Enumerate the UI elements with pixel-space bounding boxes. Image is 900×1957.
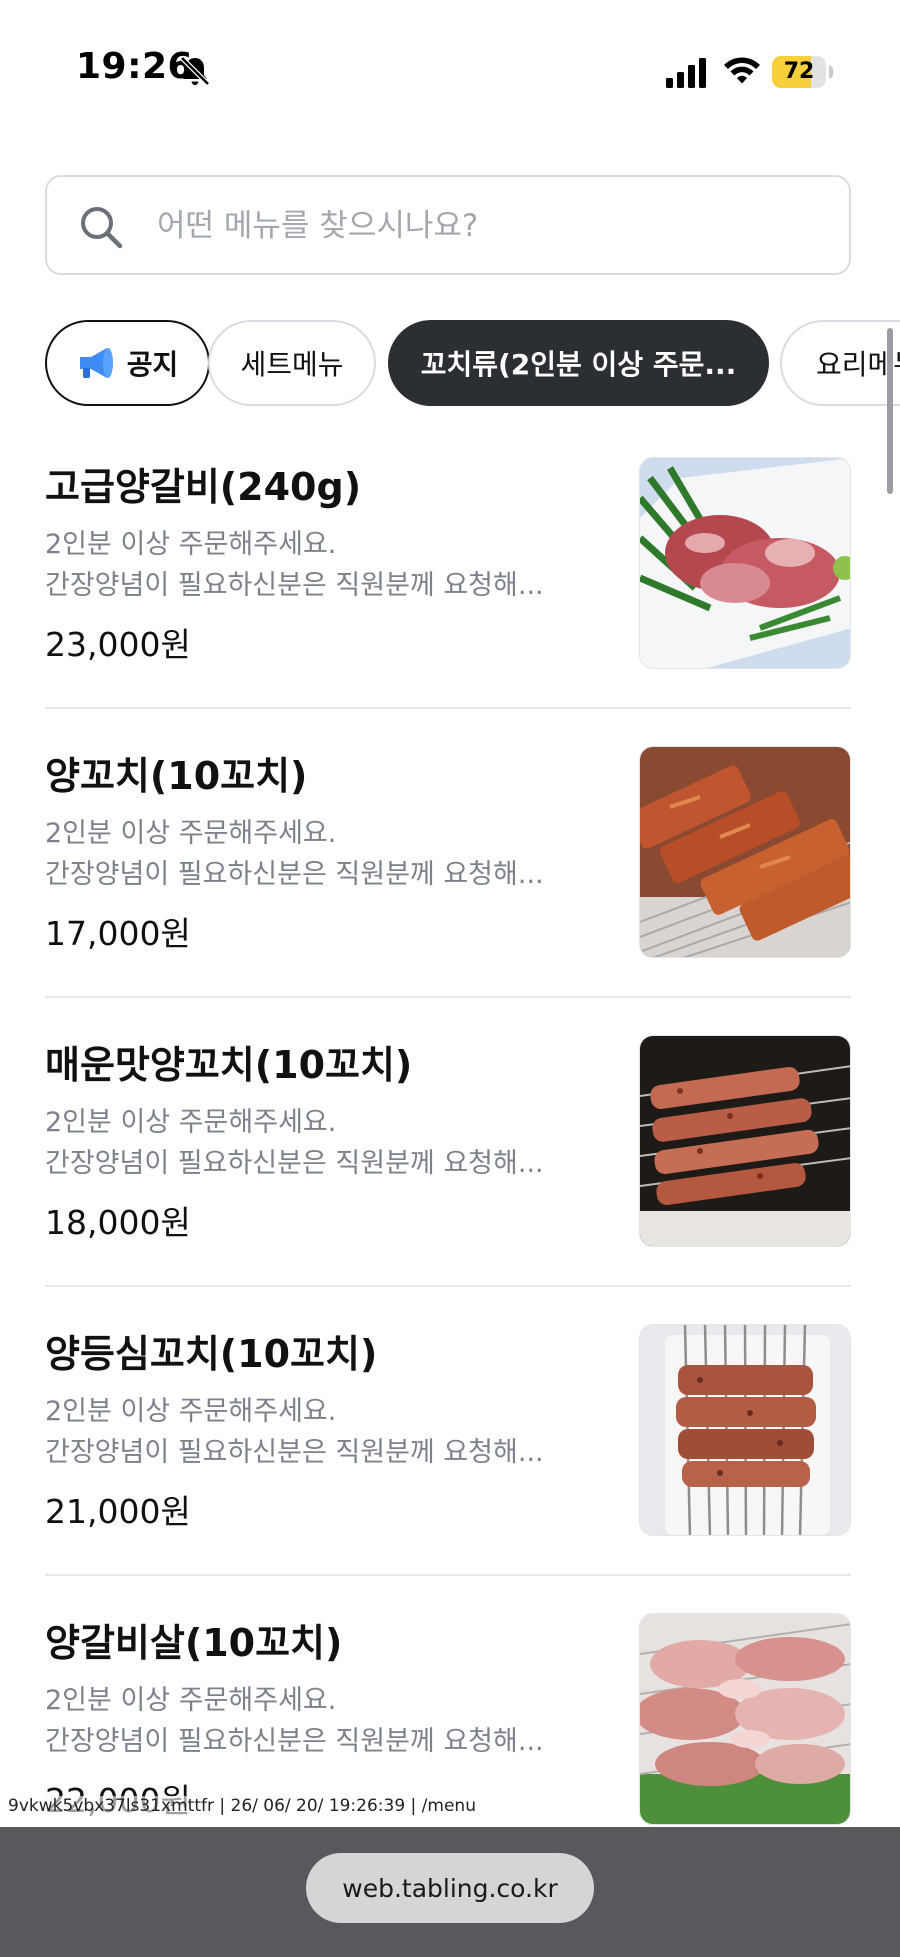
spicy-lamb-skewers-photo[interactable] — [639, 1035, 851, 1247]
megaphone-icon — [79, 348, 113, 378]
menu-item-description-line: 2인분 이상 주문해주세요. — [45, 1396, 337, 1427]
scrollbar[interactable] — [887, 328, 893, 494]
menu-item[interactable]: 매운맛양꼬치(10꼬치) 2인분 이상 주문해주세요. 간장양념이 필요하신분은… — [45, 998, 851, 1287]
browser-bottom-bar: web.tabling.co.kr — [0, 1827, 900, 1957]
category-chip-set-menu-label: 세트메뉴 — [240, 348, 344, 381]
menu-item-description-line: 2인분 이상 주문해주세요. — [45, 1107, 337, 1138]
status-time: 19:26 — [76, 46, 194, 87]
menu-item-name: 양등심꼬치(10꼬치) — [45, 1332, 378, 1376]
menu-item[interactable]: 양등심꼬치(10꼬치) 2인분 이상 주문해주세요. 간장양념이 필요하신분은 … — [45, 1287, 851, 1576]
menu-list: 고급양갈비(240g) 2인분 이상 주문해주세요. 간장양념이 필요하신분은 … — [45, 420, 851, 1865]
menu-page: 19:26 72 어떤 메뉴를 찾으시나요? 공지 세트메뉴 꼬치류(2인분 이… — [0, 0, 900, 1957]
menu-item-description-line: 2인분 이상 주문해주세요. — [45, 818, 337, 849]
lamb-loin-skewers-photo[interactable] — [639, 1324, 851, 1536]
category-chip-notice[interactable]: 공지 — [45, 320, 210, 406]
battery-indicator: 72 — [772, 56, 834, 88]
menu-item-description-line: 간장양념이 필요하신분은 직원분께 요청해... — [45, 859, 544, 890]
menu-item-description: 2인분 이상 주문해주세요. 간장양념이 필요하신분은 직원분께 요청해... — [45, 1102, 605, 1184]
menu-item-description-line: 2인분 이상 주문해주세요. — [45, 1685, 337, 1716]
category-chip-cooked-dishes[interactable]: 요리메뉴 — [780, 320, 900, 406]
search-icon — [81, 207, 123, 249]
bell-muted-icon — [180, 56, 210, 86]
menu-item[interactable]: 양꼬치(10꼬치) 2인분 이상 주문해주세요. 간장양념이 필요하신분은 직원… — [45, 709, 851, 998]
battery-percent: 72 — [783, 59, 815, 84]
search-input[interactable] — [157, 197, 817, 255]
menu-item-description: 2인분 이상 주문해주세요. 간장양념이 필요하신분은 직원분께 요청해... — [45, 1680, 605, 1762]
category-chip-set-menu[interactable]: 세트메뉴 — [208, 320, 376, 406]
status-bar: 19:26 72 — [0, 0, 900, 120]
menu-item-description-line: 2인분 이상 주문해주세요. — [45, 529, 337, 560]
battery-tip — [829, 66, 833, 78]
wifi-icon — [724, 57, 760, 84]
menu-item-price: 21,000원 — [45, 1492, 191, 1531]
menu-item-description: 2인분 이상 주문해주세요. 간장양념이 필요하신분은 직원분께 요청해... — [45, 524, 605, 606]
cellular-signal-icon — [666, 58, 706, 88]
menu-item-name: 양갈비살(10꼬치) — [45, 1621, 343, 1665]
menu-item-price: 23,000원 — [45, 625, 191, 664]
category-chip-skewers[interactable]: 꼬치류(2인분 이상 주문... — [388, 320, 769, 406]
menu-item-name: 고급양갈비(240g) — [45, 465, 362, 509]
menu-item-price: 17,000원 — [45, 914, 191, 953]
battery-body: 72 — [772, 56, 826, 88]
session-debug-text: 9vkwk5vbx37ls31xmttfr | 26/ 06/ 20/ 19:2… — [8, 1796, 476, 1816]
menu-item-description: 2인분 이상 주문해주세요. 간장양념이 필요하신분은 직원분께 요청해... — [45, 1391, 605, 1473]
menu-item-description-line: 간장양념이 필요하신분은 직원분께 요청해... — [45, 1148, 544, 1179]
menu-item-name: 매운맛양꼬치(10꼬치) — [45, 1043, 413, 1087]
category-chip-notice-label: 공지 — [126, 348, 179, 381]
category-tabs: 공지 세트메뉴 꼬치류(2인분 이상 주문... 요리메뉴 — [0, 320, 900, 406]
menu-item-description-line: 간장양념이 필요하신분은 직원분께 요청해... — [45, 570, 544, 601]
menu-item[interactable]: 양갈비살(10꼬치) 2인분 이상 주문해주세요. 간장양념이 필요하신분은 직… — [45, 1576, 851, 1865]
menu-item-price: 18,000원 — [45, 1203, 191, 1242]
address-bar[interactable]: web.tabling.co.kr — [306, 1853, 594, 1923]
address-bar-url: web.tabling.co.kr — [342, 1873, 558, 1903]
menu-item-description-line: 간장양념이 필요하신분은 직원분께 요청해... — [45, 1726, 544, 1757]
lamb-skewers-photo[interactable] — [639, 746, 851, 958]
menu-item[interactable]: 고급양갈비(240g) 2인분 이상 주문해주세요. 간장양념이 필요하신분은 … — [45, 420, 851, 709]
menu-item-name: 양꼬치(10꼬치) — [45, 754, 308, 798]
search-box[interactable] — [45, 175, 851, 275]
menu-item-description: 2인분 이상 주문해주세요. 간장양념이 필요하신분은 직원분께 요청해... — [45, 813, 605, 895]
lamb-ribs-photo[interactable] — [639, 457, 851, 669]
menu-item-description-line: 간장양념이 필요하신분은 직원분께 요청해... — [45, 1437, 544, 1468]
lamb-rib-meat-skewers-photo[interactable] — [639, 1613, 851, 1825]
category-chip-skewers-label: 꼬치류(2인분 이상 주문... — [420, 348, 737, 381]
